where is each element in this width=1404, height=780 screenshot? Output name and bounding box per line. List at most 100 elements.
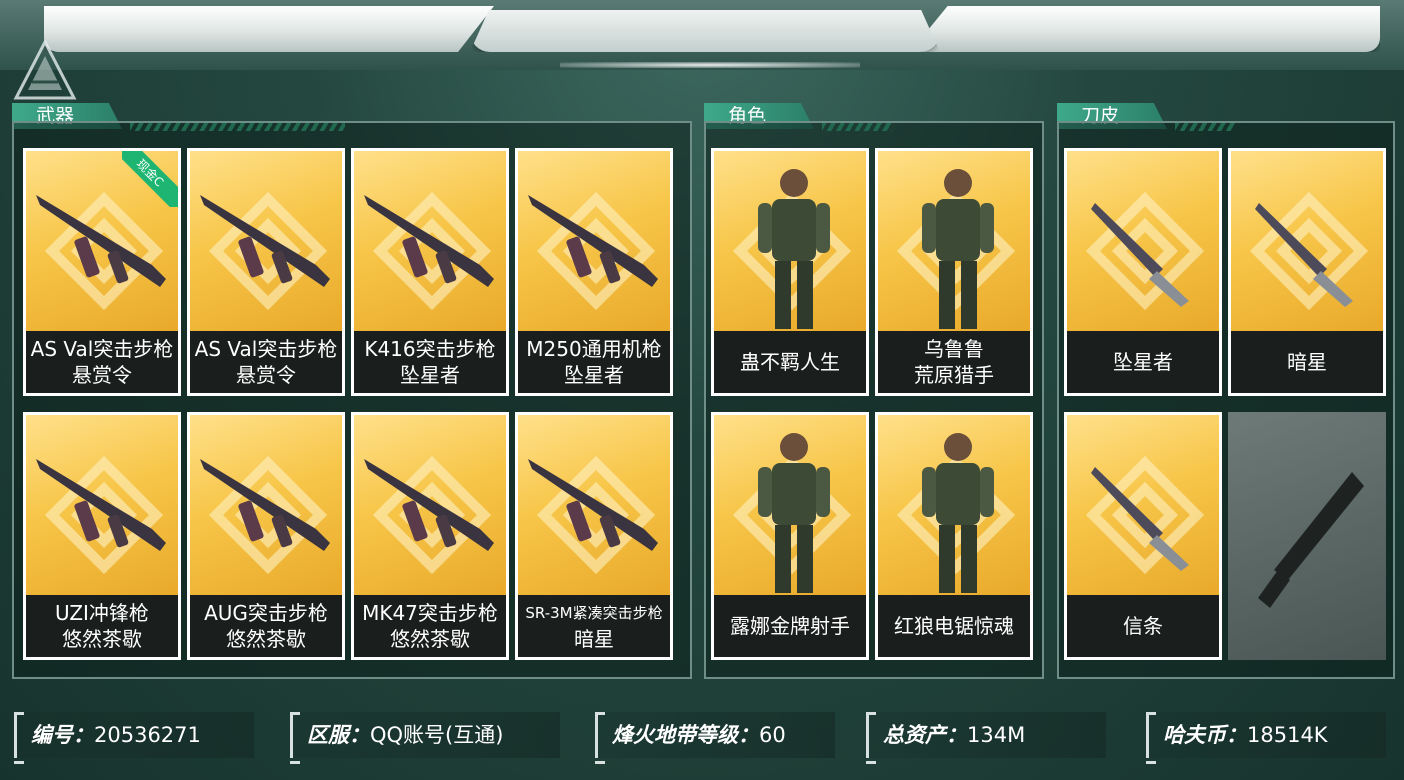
card-label-line1: 露娜金牌射手 [730, 614, 850, 638]
card-label: K416突击步枪 坠星者 [354, 331, 506, 393]
card-label-line1: AS Val突击步枪 [194, 337, 338, 361]
card-art [354, 415, 506, 595]
card-label: AS Val突击步枪 悬赏令 [190, 331, 342, 393]
card-label-line1: AUG突击步枪 [204, 601, 328, 625]
card-label-line1: AS Val突击步枪 [30, 337, 174, 361]
header-plate-right [910, 6, 1380, 52]
weapon-card[interactable]: 现金C AS Val突击步枪 悬赏令 [23, 148, 181, 396]
knife-icon [1091, 203, 1189, 307]
knife-card[interactable]: 暗星 [1228, 148, 1386, 396]
card-label-line1: 暗星 [1287, 350, 1327, 374]
weapon-card[interactable]: AUG突击步枪 悠然茶歇 [187, 412, 345, 660]
card-badge: 现金C [122, 151, 178, 207]
card-art [878, 415, 1030, 595]
character-card[interactable]: 红狼电锯惊魂 [875, 412, 1033, 660]
top-header-bar [0, 0, 1404, 70]
info-server: 区服：QQ账号(互通) [290, 712, 560, 764]
card-art [354, 151, 506, 331]
card-label-line1: 乌鲁鲁 [924, 337, 984, 361]
card-label: AS Val突击步枪 悬赏令 [26, 331, 178, 393]
card-label: 信条 [1067, 595, 1219, 657]
card-art [878, 151, 1030, 331]
info-coins-label: 哈夫币： [1163, 723, 1247, 747]
card-label: 暗星 [1231, 331, 1383, 393]
weapon-card[interactable]: SR-3M紧凑突击步枪暗星 [515, 412, 673, 660]
assault-rifle-icon [200, 195, 330, 287]
card-label: SR-3M紧凑突击步枪暗星 [518, 595, 670, 657]
card-label: 露娜金牌射手 [714, 595, 866, 657]
card-label-line2: 暗星 [574, 627, 614, 651]
info-id-value: 20536271 [94, 723, 201, 747]
card-label: 蛊不羁人生 [714, 331, 866, 393]
knife-card[interactable]: 信条 [1064, 412, 1222, 660]
card-label-line2: 悬赏令 [236, 363, 296, 387]
card-label-line2: 悬赏令 [72, 363, 132, 387]
info-server-value: QQ账号(互通) [370, 723, 504, 747]
card-label: 坠星者 [1067, 331, 1219, 393]
card-label-line2: 坠星者 [400, 363, 460, 387]
operator-figure-icon [922, 433, 994, 593]
assault-rifle-icon [364, 195, 494, 287]
weapon-card[interactable]: AS Val突击步枪 悬赏令 [187, 148, 345, 396]
info-id: 编号：20536271 [14, 712, 254, 764]
card-art [1067, 415, 1219, 595]
card-label-line1: K416突击步枪 [364, 337, 496, 361]
card-art [190, 415, 342, 595]
info-coins: 哈夫币：18514K [1146, 712, 1386, 764]
operator-figure-icon [758, 169, 830, 329]
info-assets-label: 总资产： [883, 723, 967, 747]
info-id-label: 编号： [31, 723, 94, 747]
card-art [1231, 151, 1383, 331]
info-server-label: 区服： [307, 723, 370, 747]
card-label-line1: SR-3M紧凑突击步枪 [525, 604, 663, 622]
character-card[interactable]: 乌鲁鲁 荒原猎手 [875, 148, 1033, 396]
weapon-card[interactable]: K416突击步枪 坠星者 [351, 148, 509, 396]
knife-card[interactable]: 坠星者 [1064, 148, 1222, 396]
info-level-value: 60 [759, 723, 786, 747]
weapon-card[interactable]: M250通用机枪 坠星者 [515, 148, 673, 396]
card-art [518, 151, 670, 331]
weapon-card[interactable]: UZI冲锋枪 悠然茶歇 [23, 412, 181, 660]
card-art [1067, 151, 1219, 331]
game-logo-icon [13, 38, 77, 100]
card-badge-text: 现金C [122, 151, 178, 207]
assault-rifle-icon [200, 459, 330, 551]
card-label-line1: 红狼电锯惊魂 [894, 614, 1014, 638]
assault-rifle-icon [364, 459, 494, 551]
info-coins-value: 18514K [1247, 723, 1328, 747]
character-card[interactable]: 蛊不羁人生 [711, 148, 869, 396]
header-glow [560, 62, 860, 68]
character-card[interactable]: 露娜金牌射手 [711, 412, 869, 660]
operator-figure-icon [922, 169, 994, 329]
card-label: M250通用机枪 坠星者 [518, 331, 670, 393]
card-art [518, 415, 670, 595]
weapon-card[interactable]: MK47突击步枪 悠然茶歇 [351, 412, 509, 660]
card-label-line2: 悠然茶歇 [390, 627, 470, 651]
card-label-line1: 蛊不羁人生 [740, 350, 840, 374]
card-art [714, 415, 866, 595]
info-assets: 总资产：134M [866, 712, 1106, 764]
card-label-line2: 悠然茶歇 [226, 627, 306, 651]
machine-gun-icon [528, 195, 658, 287]
info-assets-value: 134M [967, 723, 1026, 747]
knife-silhouette-icon [1258, 472, 1364, 608]
knife-icon [1091, 467, 1189, 571]
info-level: 烽火地带等级：60 [595, 712, 835, 764]
card-label-line2: 坠星者 [564, 363, 624, 387]
compact-rifle-icon [528, 459, 658, 551]
card-label-line2: 悠然茶歇 [62, 627, 142, 651]
knife-card[interactable] [1228, 412, 1386, 660]
card-label-line1: UZI冲锋枪 [55, 601, 149, 625]
header-plate-center [470, 10, 940, 52]
card-art [714, 151, 866, 331]
card-art [190, 151, 342, 331]
card-art [26, 415, 178, 595]
header-plate-left [44, 6, 494, 52]
card-label-line1: M250通用机枪 [526, 337, 662, 361]
card-label: UZI冲锋枪 悠然茶歇 [26, 595, 178, 657]
smg-icon [36, 459, 166, 551]
operator-figure-icon [758, 433, 830, 593]
info-level-label: 烽火地带等级： [612, 723, 759, 747]
card-label: 红狼电锯惊魂 [878, 595, 1030, 657]
card-label-line1: 坠星者 [1113, 350, 1173, 374]
